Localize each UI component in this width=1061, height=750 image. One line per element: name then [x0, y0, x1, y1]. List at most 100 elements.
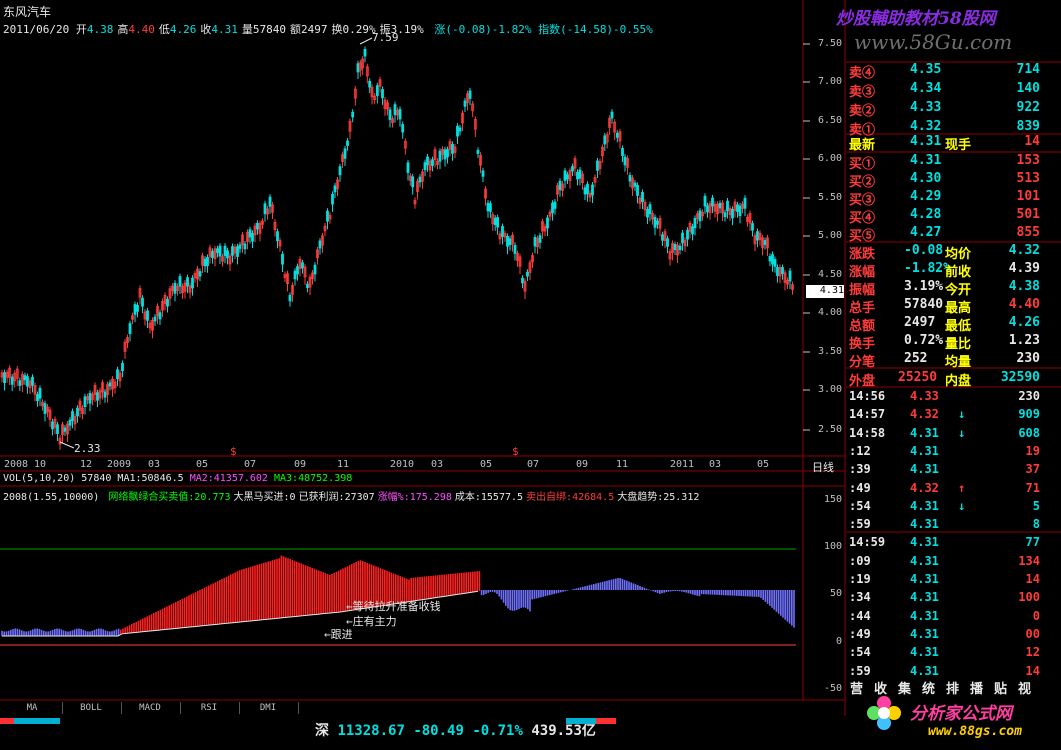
tick-price: 4.31 — [910, 663, 939, 678]
header-line: 2011/06/20 开4.38 高4.40 低4.26 收4.31 量57840 额24… — [3, 21, 653, 37]
candle-body — [456, 125, 459, 137]
candle-body — [31, 376, 34, 386]
tick-vol: 12 — [1025, 645, 1040, 660]
sell-price: 4.35 — [910, 62, 942, 77]
candle-body — [731, 208, 734, 219]
date-tick: 2010 — [390, 459, 415, 470]
candle-body — [313, 264, 317, 275]
sell-label: 卖③ — [849, 85, 876, 100]
date-tick: 09 — [576, 459, 589, 470]
buy-vol: 513 — [1016, 171, 1040, 186]
tick-price: 4.33 — [910, 389, 939, 403]
candle-body — [781, 267, 784, 274]
candle-body — [248, 229, 252, 238]
date-tick: 05 — [480, 459, 493, 470]
arrow-up-icon: ↑ — [958, 480, 966, 495]
candle-body — [653, 216, 657, 228]
candle-body — [703, 195, 707, 207]
stat-value: 252 — [904, 351, 928, 366]
candle-body — [718, 202, 722, 209]
date-tick: 07 — [244, 459, 257, 470]
price-tick: 6.50 — [818, 115, 843, 126]
low-label: 2.33 — [74, 442, 101, 455]
indicator-item: 大盘趋势:25.312 — [617, 492, 700, 503]
buy-price: 4.29 — [910, 189, 942, 204]
stat-value: 4.38 — [1008, 279, 1040, 294]
tick-vol: 77 — [1025, 535, 1040, 550]
candle-body — [223, 245, 227, 256]
candle-body — [443, 149, 447, 160]
tab-boll[interactable]: BOLL — [61, 702, 122, 714]
stat-label: 前收 — [945, 265, 972, 280]
tick-vol: 5 — [1032, 498, 1040, 513]
candle-body — [243, 243, 247, 250]
tick-price: 4.32 — [910, 407, 939, 422]
tick-vol: 14 — [1025, 572, 1040, 586]
candle-body — [538, 235, 542, 243]
tick-time: :49 — [849, 626, 871, 641]
header-item: 高 — [117, 23, 129, 36]
price-tick: 6.00 — [818, 153, 843, 164]
buy-price: 4.27 — [910, 225, 942, 240]
dollar-marker: $ — [512, 445, 519, 458]
right-tab[interactable]: 播 — [970, 678, 983, 697]
candle-body — [493, 217, 497, 225]
candle-body — [751, 223, 754, 231]
right-tab[interactable]: 视 — [1018, 678, 1031, 697]
candle-body — [771, 254, 774, 265]
stat-label: 今开 — [945, 283, 972, 298]
right-tab[interactable]: 排 — [946, 678, 959, 697]
candle-body — [226, 250, 229, 259]
tab-ma[interactable]: MA — [2, 702, 63, 714]
right-tab[interactable]: 贴 — [994, 678, 1007, 697]
candle-body — [636, 185, 639, 196]
candle-body — [276, 231, 279, 242]
right-tab[interactable]: 统 — [922, 678, 935, 697]
candle-body — [301, 262, 304, 269]
tab-macd[interactable]: MACD — [120, 702, 181, 714]
tick-row: 14:59 4.31 77 — [848, 535, 1043, 553]
price-tick: 5.50 — [818, 192, 843, 203]
candle-body — [521, 277, 524, 284]
vol-value: 57840 — [81, 473, 112, 484]
stat-label: 涨幅 — [849, 265, 876, 280]
stat-label: 均量 — [945, 355, 972, 370]
tick-time: 14:56 — [849, 389, 886, 403]
candle-body — [576, 171, 579, 180]
candle-body — [216, 248, 219, 253]
sell-price: 4.34 — [910, 81, 942, 96]
candle-body — [623, 156, 627, 166]
date-tick: 03 — [709, 459, 722, 470]
header-item: 额 — [289, 23, 301, 36]
candle-body — [388, 109, 392, 120]
candle-body — [68, 419, 72, 426]
candle-body — [446, 149, 449, 158]
candle-body — [691, 226, 694, 235]
tick-price: 4.31 — [910, 608, 939, 623]
header-item: 低 — [158, 23, 170, 36]
period-label[interactable]: 日线 — [812, 459, 834, 475]
buy-price: 4.31 — [910, 153, 942, 168]
vol-name: VOL(5,10,20) — [3, 473, 76, 484]
right-tab[interactable]: 营 — [850, 678, 863, 697]
tick-time: :34 — [849, 590, 871, 605]
sell-row: 卖③ 4.34 140 — [848, 81, 1043, 100]
tab-rsi[interactable]: RSI — [179, 702, 240, 714]
tick-price: 4.31 — [910, 462, 939, 477]
candle-body — [71, 411, 74, 422]
candle-body — [133, 304, 137, 315]
candle-body — [211, 251, 214, 259]
buy-label: 买① — [849, 157, 876, 172]
candle-body — [591, 184, 594, 196]
stat-value: 4.40 — [1008, 297, 1040, 312]
arrow-down-icon: ↓ — [958, 407, 966, 422]
candle-body — [553, 201, 557, 209]
tab-dmi[interactable]: DMI — [238, 702, 299, 714]
candle-body — [186, 277, 189, 287]
candle-body — [666, 238, 669, 247]
stat-label: 振幅 — [849, 283, 876, 298]
candle-body — [326, 210, 329, 222]
candle-body — [693, 217, 697, 229]
tick-price: 4.31 — [910, 626, 939, 641]
candle-body — [551, 202, 554, 214]
